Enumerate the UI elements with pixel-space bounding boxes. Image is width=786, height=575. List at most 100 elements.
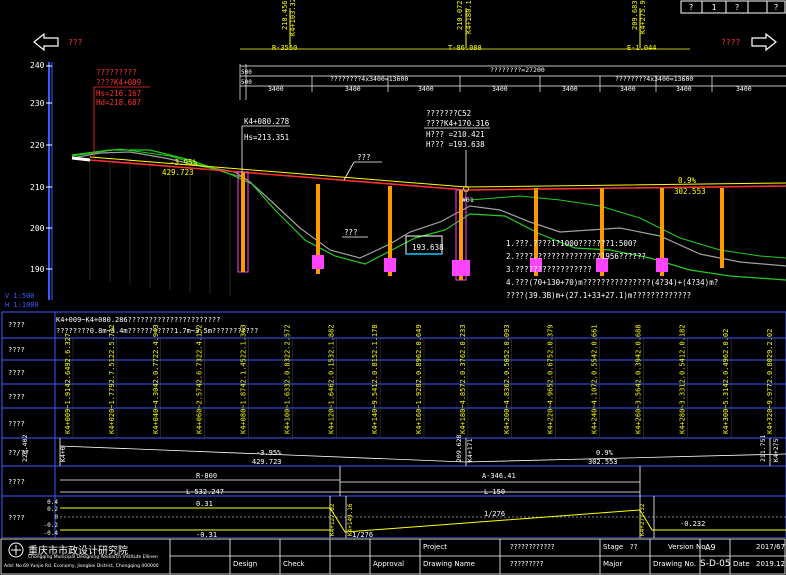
bridge-start-label: K4+080.278 (244, 117, 290, 126)
row-label-4: ???? (8, 393, 25, 401)
curve-l2: L-150 (484, 488, 505, 496)
svg-text:T-86.088: T-86.088 (448, 44, 482, 52)
station-label: K4+300~5.3142.0.4962.0.02 (722, 329, 730, 434)
version-label: Version No. (668, 543, 708, 551)
direction-left-label: ??? (68, 38, 83, 47)
mid-title: ???????C52 (426, 109, 471, 118)
top-dim-right-span: ????????4x3400=13600 (615, 75, 693, 83)
row-label-8: ???? (8, 514, 25, 522)
drawing-name-value: ????????? (510, 560, 544, 568)
curve-marker-right: 209.683 K4+275.911 E-1.044 (627, 0, 657, 52)
top-dim-total: ????????=27200 (490, 66, 545, 74)
svg-text:K4+275.911: K4+275.911 (639, 0, 647, 34)
top-corner-frame: ? 1 ? ? (680, 0, 786, 14)
grade-start-station: K4+0 (59, 446, 67, 462)
left-arrow-icon (33, 32, 59, 52)
axis-tick-210: 210 (30, 183, 45, 192)
drawing-name-label: Drawing Name (423, 560, 475, 568)
station-label: K4+220~4.9652.0.6752.0.379 (547, 324, 555, 434)
start-sub: ????K4+009 (96, 78, 141, 87)
curve-r: R-800 (196, 472, 217, 480)
axis-tick-230: 230 (30, 99, 45, 108)
grade-left-length: 429.723 (252, 458, 282, 466)
pier-label: #01 (462, 196, 474, 204)
top-dim-span-1: 3400 (268, 85, 284, 93)
svg-text:K4+103.325: K4+103.325 (289, 0, 297, 36)
super-c: -0.232 (680, 520, 705, 528)
date-value: 2019.12 (756, 560, 785, 568)
top-dim-span-3: 3400 (418, 85, 434, 93)
super-station-2: K4+149.16 (347, 503, 354, 536)
super-station-1: K4+127.02 (329, 503, 336, 536)
company-name-en: Chongqing Municipal Designing Research I… (28, 555, 158, 560)
grade-start: 226.402 (21, 435, 29, 462)
station-label: K4+160~1.9282.0.8962.0.649 (415, 324, 423, 434)
scale-h: H 1:1000 (5, 301, 39, 309)
grade-end: 211.751 (759, 435, 767, 462)
note-1: 1.???.????1?1000???????1:500? (506, 239, 637, 248)
stage-value: ?? (630, 543, 638, 551)
super-tick-5: -0.4 (44, 530, 59, 537)
row-label-3: ???? (8, 369, 25, 377)
start-title: ????????? (96, 68, 137, 77)
curve-marker-mid: 210.072 K4+180.123 T-86.088 (448, 0, 482, 52)
slope-right: 0.9% (678, 176, 697, 185)
grade-end-station: K4+275 (772, 438, 780, 462)
grade-row: -3.95% 429.723 0.9% 302.553 226.402 K4+0… (21, 435, 786, 466)
row-label-2: ???? (8, 346, 25, 354)
axis-tick-190: 190 (30, 265, 45, 274)
station-label: K4+040~4.3042.0.7722.4.943 (152, 324, 160, 434)
axis-tick-220: 220 (30, 141, 45, 150)
station-label: K4+140~9.5412.0.8152.1.178 (371, 324, 379, 434)
drawing-no-label: Drawing No. (653, 560, 696, 568)
design-label: Design (233, 560, 258, 568)
scale-v: V 1:500 (5, 292, 35, 300)
mid-h1: H??? =210.421 (426, 130, 485, 139)
superelevation-row: 0.4 0.2 0 -0.2 -0.4 0.31 1/276 -0.232 -0… (44, 496, 786, 539)
mid-sub: ????K4+170.316 (426, 119, 490, 128)
profile-drawing: ? 1 ? ? ??? ???? 210.456 K4+103.325 R-35… (1, 0, 786, 539)
project-value: ???????????? (510, 543, 555, 551)
bridge-start-hs: Hs=213.351 (244, 133, 289, 142)
grade-left: -3.95% (256, 449, 282, 457)
curve-l1: L-532.247 (186, 488, 224, 496)
row-label-5: ???? (8, 420, 25, 428)
grade-mid: 209.628 (455, 435, 463, 462)
station-label: K4+060~2.5742.6.7322.4.152 (196, 324, 204, 434)
super-station-3: K4+277.32 (639, 503, 646, 536)
ground-label: ??? (344, 228, 358, 237)
hs-value: Hs=216.167 (96, 89, 141, 98)
top-dim-span-6: 3400 (620, 85, 636, 93)
station-label: K4+120~1.6462.0.1532.1.882 (327, 324, 335, 434)
axis-tick-240: 240 (30, 61, 45, 70)
grade-right: 0.9% (596, 449, 614, 457)
note-5: ????(39.3B)m+(27.1+33+27.1)m????????????… (506, 291, 691, 300)
top-dim-span-7: 3400 (676, 85, 692, 93)
top-dim-left-span: ????????4x3400=13600 (330, 75, 408, 83)
elevation-axis: 240 230 220 210 200 190 V 1:500 H 1:1000 (5, 61, 53, 309)
mid-h2: H??? =193.638 (426, 140, 485, 149)
year-value: 2017/67 (756, 543, 786, 551)
super-a: 0.31 (196, 500, 213, 508)
super-tick-3: 0 (54, 514, 58, 521)
station-label: K4+320~9.9772.0.8029.2.02 (766, 329, 774, 434)
top-dim-span-8: 3400 (736, 85, 752, 93)
svg-text:K4+180.123: K4+180.123 (465, 0, 473, 34)
date-label: Date (733, 560, 750, 568)
corner-cell-3: ? (735, 3, 740, 12)
axis-tick-200: 200 (30, 224, 45, 233)
grade-right-length: 302.553 (588, 458, 618, 466)
super-tick-1: 0.4 (47, 499, 58, 506)
top-dim-mark-2: 500 (241, 79, 252, 86)
curve-marker-left: 210.456 K4+103.325 R-3550 (272, 0, 297, 52)
station-label: K4+020~1.7792.7.5122.5.732 (108, 324, 116, 434)
curve-row (60, 466, 641, 496)
svg-text:209.683: 209.683 (631, 0, 639, 30)
approve-label: Approval (373, 560, 405, 568)
slope-left: -3.95% (170, 158, 198, 167)
corner-cell-1: ? (689, 3, 694, 12)
water-level: 193.638 (412, 243, 444, 252)
curve-a: A-346.41 (482, 472, 516, 480)
stage-label: Stage (603, 543, 624, 551)
grade-mid-station: K4+171 (466, 438, 474, 462)
